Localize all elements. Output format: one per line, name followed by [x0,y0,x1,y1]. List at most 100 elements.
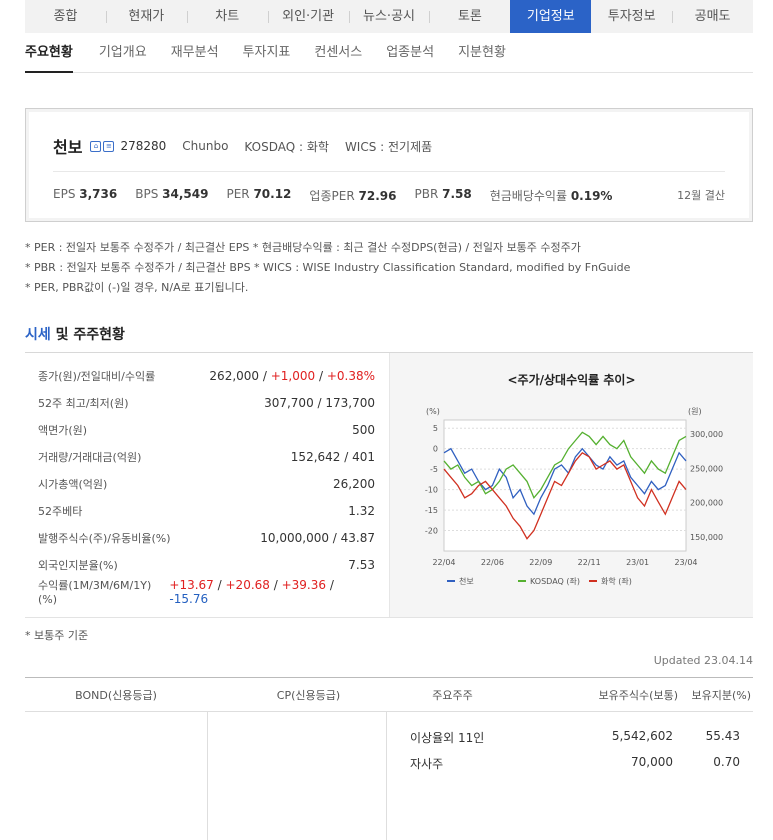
tab-top-2[interactable]: 차트 [186,0,268,33]
metric-item: PBR 7.58 [414,187,471,204]
x-tick-label: 22/09 [529,558,552,567]
legend-entry: 천보 [459,576,474,586]
value-part: -15.76 [169,591,209,606]
note-line: * PER : 전일자 보통주 수정주가 / 최근결산 EPS * 현금배당수익… [25,241,581,254]
company-summary-box: 천보 ⌂ ≡ 278280 Chunbo KOSDAQ : 화학 WICS : … [25,108,753,222]
metric-value: 34,549 [162,187,209,201]
divider [25,617,753,618]
column-header-major-holder: 주요주주 [432,688,473,702]
holder-shares: 70,000 [631,755,673,769]
tab-top-0[interactable]: 종합 [25,0,106,33]
column-header-cp: CP(신용등급) [276,688,341,702]
value-text: 500 [352,422,375,437]
metric-label: EPS [53,187,76,201]
table-body: 이상율외 11인 5,542,602 55.43 자사주 70,000 0.70 [25,712,753,840]
y-tick-label-right: 300,000 [690,430,723,439]
tab-sub-2[interactable]: 재무분석 [159,33,231,72]
value-part: +20.68 [225,577,270,592]
holder-name: 이상율외 11인 [410,731,485,745]
row-value: 10,000,000 / 43.87 [260,531,375,545]
value-text: 262,000 / [209,368,271,383]
row-value: 152,642 / 401 [291,450,375,464]
y-axis-label-right: (원) [688,407,702,416]
metric-label: PER [226,187,250,201]
y-tick-label-right: 150,000 [690,533,723,542]
table-row: 종가(원)/전일대비/수익률 262,000 / +1,000 / +0.38% [25,362,388,389]
y-tick-label-left: -20 [425,527,438,536]
value-text: 307,700 / 173,700 [264,395,375,410]
row-value: 1.32 [348,504,375,518]
table-row: 발행주식수(주)/유동비율(%) 10,000,000 / 43.87 [25,524,388,551]
metric-label: 현금배당수익률 [489,189,567,203]
divider [386,712,387,840]
tab-top-3[interactable]: 외인·기관 [267,0,349,33]
metric-value: 7.58 [442,187,472,201]
stock-code: 278280 [120,139,167,153]
metric-value: 72.96 [358,189,397,203]
row-value: 7.53 [348,558,375,572]
value-part: / [326,577,334,592]
value-text: 7.53 [348,557,375,572]
legend-entry: KOSDAQ (좌) [530,577,580,586]
metric-item: EPS 3,736 [53,187,117,204]
note-line: * PBR : 전일자 보통주 수정주가 / 최근결산 BPS * WICS :… [25,261,631,274]
sub-tab-bar: 주요현황 기업개요 재무분석 투자지표 컨센서스 업종분석 지분현황 [25,33,753,73]
company-header: 천보 ⌂ ≡ 278280 Chunbo KOSDAQ : 화학 WICS : … [53,134,448,158]
row-label: 거래량/거래대금(억원) [38,450,142,464]
table-row: 52주 최고/최저(원) 307,700 / 173,700 [25,389,388,416]
y-tick-label-left: 0 [433,445,438,454]
holder-name: 자사주 [410,757,444,771]
section-title: 시세 및 주주현황 [25,324,125,344]
note-line: * PER, PBR값이 (-)일 경우, N/A로 표기됩니다. [25,281,249,294]
row-label: 52주베타 [38,504,83,518]
x-tick-label: 23/04 [674,558,697,567]
section-title-rest: 및 주주현황 [50,327,125,343]
tab-sub-6[interactable]: 지분현황 [446,33,518,72]
shareholder-table: BOND(신용등급) CP(신용등급) 주요주주 보유주식수(보통) 보유지분(… [25,677,753,840]
table-row: 외국인지분율(%) 7.53 [25,551,388,578]
tab-top-1[interactable]: 현재가 [105,0,187,33]
divider [207,712,208,840]
tab-sub-3[interactable]: 투자지표 [231,33,303,72]
settlement-month: 12월 결산 [677,189,725,202]
metric-label: PBR [414,187,439,201]
x-tick-label: 22/04 [432,558,455,567]
tab-top-7[interactable]: 투자정보 [591,0,672,33]
row-label: 외국인지분율(%) [38,558,118,572]
column-header-bond: BOND(신용등급) [75,688,157,702]
value-text: 1.32 [348,503,375,518]
value-part: / [315,368,327,383]
row-label: 시가총액(억원) [38,477,108,491]
holder-stake: 55.43 [705,729,740,743]
tab-sub-1[interactable]: 기업개요 [87,33,159,72]
row-value: 26,200 [333,477,375,491]
divider [53,171,725,172]
row-label: 52주 최고/최저(원) [38,396,129,410]
metric-label: 업종PER [309,189,355,203]
report-icon[interactable]: ≡ [103,140,115,152]
tab-top-5[interactable]: 토론 [429,0,510,33]
y-tick-label-right: 250,000 [690,464,723,473]
row-value: +13.67 / +20.68 / +39.36 / -15.76 [169,578,375,606]
metric-value: 0.19% [570,189,613,203]
holder-stake: 0.70 [713,755,740,769]
tab-sub-4[interactable]: 컨센서스 [302,33,374,72]
tab-sub-5[interactable]: 업종분석 [374,33,446,72]
tab-top-4[interactable]: 뉴스·공시 [348,0,430,33]
wics-sector: WICS : 전기제품 [344,139,433,154]
metric-item: 현금배당수익률 0.19% [490,187,613,204]
column-header-shares: 보유주식수(보통) [598,688,678,702]
tab-sub-0[interactable]: 주요현황 [25,33,85,73]
market-sector: KOSDAQ : 화학 [244,139,329,154]
table-row: 52주베타 1.32 [25,497,388,524]
updated-date: Updated 23.04.14 [653,654,753,667]
valuation-metrics: EPS 3,736 BPS 34,549 PER 70.12 업종PER 72.96 P… [53,187,630,204]
row-label: 수익률(1M/3M/6M/1Y)(%) [38,579,152,606]
row-label: 종가(원)/전일대비/수익률 [38,369,156,383]
tab-top-8[interactable]: 공매도 [672,0,753,33]
home-icon[interactable]: ⌂ [90,140,102,152]
tab-top-6[interactable]: 기업정보 [510,0,592,33]
value-part: +1,000 [270,368,316,383]
x-tick-label: 23/01 [626,558,649,567]
row-value: 307,700 / 173,700 [264,396,375,410]
